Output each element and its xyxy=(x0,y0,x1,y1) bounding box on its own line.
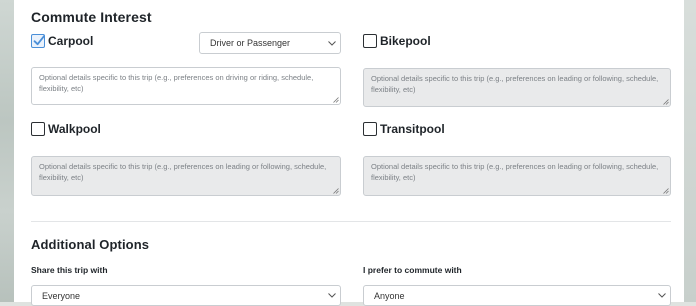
carpool-checkbox[interactable] xyxy=(31,34,45,48)
chevron-down-icon xyxy=(324,40,340,46)
resize-grip-icon[interactable] xyxy=(333,97,339,103)
walkpool-checkbox[interactable] xyxy=(31,122,45,136)
carpool-role-select[interactable]: Driver or Passenger xyxy=(199,32,341,54)
additional-options-title: Additional Options xyxy=(31,237,150,252)
carpool-details-textarea[interactable]: Optional details specific to this trip (… xyxy=(31,67,341,105)
resize-grip-icon[interactable] xyxy=(663,188,669,194)
walkpool-option[interactable]: Walkpool xyxy=(31,122,101,136)
walkpool-details-placeholder: Optional details specific to this trip (… xyxy=(39,162,327,182)
chevron-down-icon xyxy=(654,293,670,298)
checkmark-icon xyxy=(33,35,45,46)
share-with-label: Share this trip with xyxy=(31,265,108,275)
bikepool-details-textarea[interactable]: Optional details specific to this trip (… xyxy=(363,68,671,107)
commute-with-label: I prefer to commute with xyxy=(363,265,462,275)
commute-with-select[interactable]: Anyone xyxy=(363,285,671,306)
carpool-option[interactable]: Carpool xyxy=(31,34,93,48)
walkpool-details-textarea[interactable]: Optional details specific to this trip (… xyxy=(31,156,341,196)
bikepool-label: Bikepool xyxy=(380,34,431,48)
commute-form-panel: Commute Interest Carpool Driver or Passe… xyxy=(14,0,684,306)
bikepool-checkbox[interactable] xyxy=(363,34,377,48)
section-divider xyxy=(31,221,671,222)
chevron-down-icon xyxy=(324,293,340,298)
share-with-select[interactable]: Everyone xyxy=(31,285,341,306)
transitpool-option[interactable]: Transitpool xyxy=(363,122,445,136)
bikepool-option[interactable]: Bikepool xyxy=(363,34,431,48)
transitpool-label: Transitpool xyxy=(380,122,445,136)
share-with-value: Everyone xyxy=(42,290,81,301)
transitpool-checkbox[interactable] xyxy=(363,122,377,136)
resize-grip-icon[interactable] xyxy=(333,188,339,194)
resize-grip-icon[interactable] xyxy=(663,99,669,105)
commute-interest-title: Commute Interest xyxy=(31,9,152,25)
walkpool-label: Walkpool xyxy=(48,122,101,136)
carpool-role-value: Driver or Passenger xyxy=(210,38,291,48)
carpool-label: Carpool xyxy=(48,34,94,48)
transitpool-details-placeholder: Optional details specific to this trip (… xyxy=(371,162,659,182)
carpool-details-placeholder: Optional details specific to this trip (… xyxy=(39,73,314,93)
commute-with-value: Anyone xyxy=(374,290,405,301)
background-edge xyxy=(682,0,696,302)
transitpool-details-textarea[interactable]: Optional details specific to this trip (… xyxy=(363,156,671,196)
bikepool-details-placeholder: Optional details specific to this trip (… xyxy=(371,74,659,94)
